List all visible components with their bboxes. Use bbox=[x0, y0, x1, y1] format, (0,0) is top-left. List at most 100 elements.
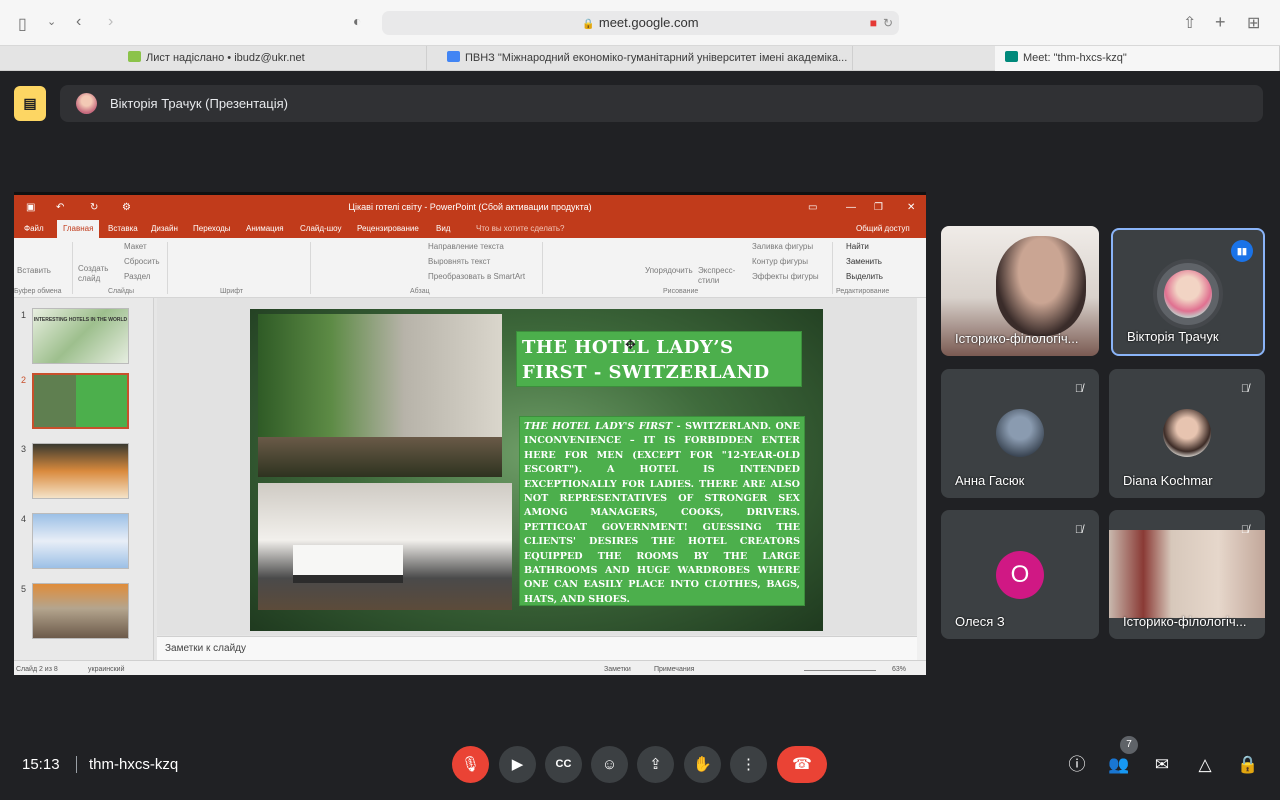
menu-design[interactable]: Дизайн bbox=[151, 220, 178, 238]
address-bar[interactable]: 🔒 meet.google.com ■ ↻ bbox=[382, 11, 899, 35]
slide-thumbnail-5[interactable] bbox=[32, 583, 129, 639]
more-options-button[interactable]: ⋮ bbox=[730, 746, 767, 783]
present-button[interactable]: ⇪ bbox=[637, 746, 674, 783]
slide-thumbnail-3[interactable] bbox=[32, 443, 129, 499]
hotel-exterior-image bbox=[258, 314, 502, 477]
slide[interactable]: THE HOTEL LADY’S FIRST - SWITZERLAND ✥ T… bbox=[250, 309, 823, 631]
shield-icon[interactable]: ◐ bbox=[353, 13, 361, 29]
ppt-menu: Файл Главная Вставка Дизайн Переходы Ани… bbox=[14, 220, 926, 238]
new-slide-button[interactable]: Создать слайд bbox=[78, 264, 114, 284]
language-indicator[interactable]: украинский bbox=[88, 661, 125, 675]
meet-controls: 15:13 thm-hxcs-kzq 🎙 ▶ CC ☺ ⇪ ✋ ⋮ ☎ ⓘ 7 … bbox=[0, 730, 1280, 800]
menu-tell-me[interactable]: Что вы хотите сделать? bbox=[476, 220, 564, 238]
reset-button[interactable]: Сбросить bbox=[124, 257, 160, 266]
camera-toggle-button[interactable]: ▶ bbox=[499, 746, 536, 783]
participant-tile[interactable]: 🎙̸ Diana Kochmar bbox=[1109, 369, 1265, 498]
text-direction-button[interactable]: Направление текста bbox=[428, 242, 504, 251]
clipboard-group: Буфер обмена bbox=[14, 288, 62, 295]
participant-tile[interactable]: 🎙̸ Історико-філологіч... bbox=[1109, 510, 1265, 639]
camera-recording-icon[interactable]: ■ bbox=[870, 11, 877, 35]
participant-tile[interactable]: 🎙̸ О Олеся З bbox=[941, 510, 1099, 639]
sidebar-toggle-icon[interactable]: ▯ bbox=[18, 14, 27, 34]
slide-title[interactable]: THE HOTEL LADY’S FIRST - SWITZERLAND bbox=[516, 331, 802, 387]
lock-icon: 🔒 bbox=[582, 19, 595, 30]
reload-icon[interactable]: ↻ bbox=[883, 11, 893, 35]
tab-meet[interactable]: Meet: "thm-hxcs-kzq" bbox=[995, 46, 1280, 71]
menu-review[interactable]: Рецензирование bbox=[357, 220, 419, 238]
slide-counter: Слайд 2 из 8 bbox=[16, 666, 58, 673]
zoom-slider[interactable] bbox=[804, 670, 876, 671]
menu-insert[interactable]: Вставка bbox=[108, 220, 138, 238]
menu-file[interactable]: Файл bbox=[24, 220, 44, 238]
avatar: О bbox=[996, 551, 1044, 599]
people-icon[interactable]: 👥 bbox=[1106, 752, 1132, 778]
smartart-button[interactable]: Преобразовать в SmartArt bbox=[428, 272, 525, 281]
replace-button[interactable]: Заменить bbox=[846, 257, 882, 266]
menu-view[interactable]: Вид bbox=[436, 220, 450, 238]
menu-home[interactable]: Главная bbox=[57, 220, 100, 238]
chat-icon[interactable]: ✉ bbox=[1149, 752, 1175, 778]
arrange-button[interactable]: Упорядочить bbox=[645, 266, 693, 275]
back-icon[interactable]: ‹ bbox=[76, 13, 81, 31]
minimize-icon[interactable]: — bbox=[846, 195, 856, 220]
quick-styles-button[interactable]: Экспресс-стили bbox=[698, 266, 740, 286]
shape-outline-button[interactable]: Контур фигуры bbox=[752, 257, 808, 266]
ribbon-display-icon[interactable]: ▭ bbox=[808, 195, 817, 220]
paragraph-group: Абзац bbox=[410, 288, 430, 295]
menu-transitions[interactable]: Переходы bbox=[193, 220, 231, 238]
menu-slideshow[interactable]: Слайд-шоу bbox=[300, 220, 341, 238]
info-icon[interactable]: ⓘ bbox=[1064, 752, 1090, 778]
close-icon[interactable]: ✕ bbox=[907, 195, 915, 220]
shape-fill-button[interactable]: Заливка фигуры bbox=[752, 242, 813, 251]
tab-calendar[interactable]: ПВНЗ "Міжнародний економіко-гуманітарний… bbox=[437, 46, 853, 71]
tab-overview-icon[interactable]: ⊞ bbox=[1247, 13, 1260, 33]
mic-toggle-button[interactable]: 🎙 bbox=[452, 746, 489, 783]
slide-body[interactable]: THE HOTEL LADY'S FIRST - SWITZERLAND. ON… bbox=[519, 416, 805, 606]
chevron-down-icon[interactable]: ⌄ bbox=[47, 15, 56, 28]
body-text: - SWITZERLAND. ONE INCONVENIENCE – IT IS… bbox=[524, 421, 800, 605]
leave-call-button[interactable]: ☎ bbox=[777, 746, 827, 783]
align-text-button[interactable]: Выровнять текст bbox=[428, 257, 490, 266]
shape-effects-button[interactable]: Эффекты фигуры bbox=[752, 272, 819, 281]
emoji-button[interactable]: ☺ bbox=[591, 746, 628, 783]
participant-tile[interactable]: 🎙̸ Анна Гасюк bbox=[941, 369, 1099, 498]
host-controls-icon[interactable]: 🔒 bbox=[1235, 752, 1261, 778]
notes-button[interactable]: Заметки bbox=[604, 661, 631, 675]
presenter-label: Вікторія Трачук (Презентація) bbox=[110, 96, 288, 111]
ppt-window-title: Цікаві готелі світу - PowerPoint (Сбой а… bbox=[348, 202, 592, 212]
find-button[interactable]: Найти bbox=[846, 242, 869, 251]
slide-scrollbar[interactable] bbox=[917, 298, 926, 660]
calendar-icon bbox=[447, 51, 460, 62]
presentation-icon[interactable]: ▤ bbox=[14, 86, 46, 121]
section-button[interactable]: Раздел bbox=[124, 272, 150, 281]
menu-animation[interactable]: Анимация bbox=[246, 220, 284, 238]
notes-pane[interactable]: Заметки к слайду bbox=[157, 636, 917, 660]
raise-hand-button[interactable]: ✋ bbox=[684, 746, 721, 783]
move-cursor-icon: ✥ bbox=[625, 337, 636, 352]
participant-name: Diana Kochmar bbox=[1123, 473, 1213, 488]
share-icon[interactable]: ⇧ bbox=[1183, 13, 1196, 33]
current-time: 15:13 bbox=[22, 756, 60, 773]
slide-thumbnail-2[interactable] bbox=[32, 373, 129, 429]
select-button[interactable]: Выделить bbox=[846, 272, 883, 281]
activities-icon[interactable]: △ bbox=[1192, 752, 1218, 778]
slide-thumbnail-1[interactable]: INTERESTING HOTELS IN THE WORLD bbox=[32, 308, 129, 364]
participant-name: Історико-філологіч... bbox=[955, 331, 1079, 346]
menu-share[interactable]: Общий доступ bbox=[856, 220, 910, 238]
restore-icon[interactable]: ❐ bbox=[874, 195, 883, 220]
paste-button[interactable]: Вставить bbox=[17, 266, 51, 275]
mic-off-icon: 🎙̸ bbox=[1074, 383, 1084, 395]
comments-button[interactable]: Примечания bbox=[654, 661, 694, 675]
layout-button[interactable]: Макет bbox=[124, 242, 147, 251]
tab-title: ПВНЗ "Міжнародний економіко-гуманітарний… bbox=[465, 52, 848, 64]
mic-off-icon: 🎙̸ bbox=[1240, 524, 1250, 536]
tab-mail[interactable]: Лист надіслано • ibudz@ukr.net bbox=[118, 46, 427, 71]
participant-tile[interactable]: Історико-філологіч... bbox=[941, 226, 1099, 356]
new-tab-icon[interactable]: + bbox=[1215, 12, 1226, 33]
captions-button[interactable]: CC bbox=[545, 746, 582, 783]
participant-tile[interactable]: ▮▮ Вікторія Трачук bbox=[1111, 228, 1265, 356]
thumb-number: 2 bbox=[21, 375, 27, 385]
forward-icon[interactable]: › bbox=[108, 13, 113, 31]
slide-thumbnail-4[interactable] bbox=[32, 513, 129, 569]
zoom-level[interactable]: 63% bbox=[892, 661, 906, 675]
